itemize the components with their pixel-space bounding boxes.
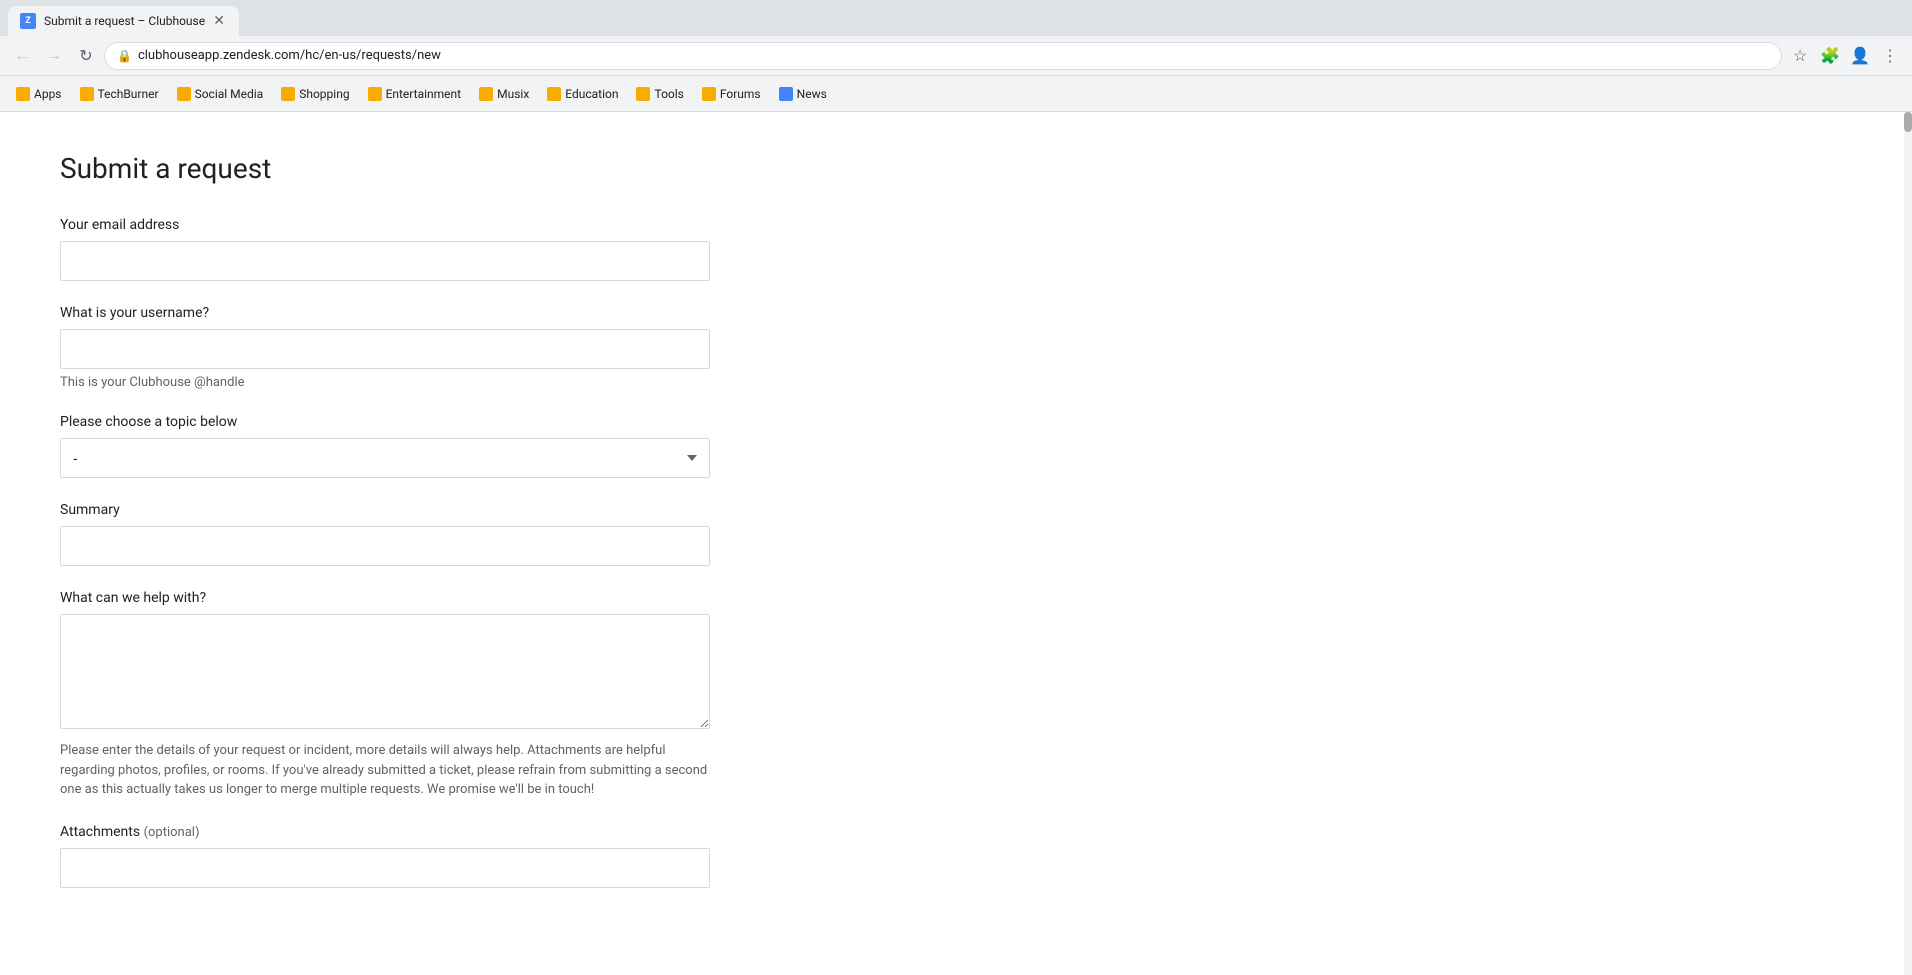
topic-select[interactable]: - Account Issues Technical Problems Feat… [60,438,710,478]
bookmark-news[interactable]: News [771,83,835,105]
help-description: Please enter the details of your request… [60,741,710,800]
bookmark-social-media[interactable]: Social Media [169,83,272,105]
bookmark-icon-social-media [177,87,191,101]
attachments-input[interactable] [60,848,710,888]
bookmark-icon-education [547,87,561,101]
bookmark-label-tools: Tools [654,87,683,101]
summary-input[interactable] [60,526,710,566]
bookmark-label-apps: Apps [34,87,62,101]
bookmark-techburner[interactable]: TechBurner [72,83,167,105]
page-content: Submit a request Your email address What… [0,112,1912,975]
bookmark-label-musix: Musix [497,87,529,101]
bookmark-icon-apps [16,87,30,101]
scrollbar-thumb[interactable] [1904,112,1912,132]
bookmark-label-forums: Forums [720,87,761,101]
menu-button[interactable]: ⋮ [1876,42,1904,70]
email-input[interactable] [60,241,710,281]
bookmark-icon-techburner [80,87,94,101]
summary-group: Summary [60,502,710,566]
page-title: Submit a request [60,152,1852,185]
bookmark-label-entertainment: Entertainment [386,87,462,101]
bookmark-icon-musix [479,87,493,101]
email-group: Your email address [60,217,710,281]
scrollbar-track[interactable] [1904,112,1912,975]
tab-title: Submit a request – Clubhouse [44,14,205,28]
bookmark-label-shopping: Shopping [299,87,349,101]
bookmark-label-education: Education [565,87,618,101]
browser-tab-active[interactable]: Z Submit a request – Clubhouse ✕ [8,6,239,36]
bookmark-tools[interactable]: Tools [628,83,691,105]
forward-button[interactable]: → [40,42,68,70]
bookmark-label-techburner: TechBurner [98,87,159,101]
attachments-group: Attachments (optional) [60,824,710,888]
email-label: Your email address [60,217,710,233]
bookmark-apps[interactable]: Apps [8,83,70,105]
help-label: What can we help with? [60,590,710,606]
toolbar-right: ☆ 🧩 👤 ⋮ [1786,42,1904,70]
bookmark-icon-tools [636,87,650,101]
username-label: What is your username? [60,305,710,321]
bookmark-shopping[interactable]: Shopping [273,83,357,105]
bookmark-label-social-media: Social Media [195,87,264,101]
url-text: clubhouseapp.zendesk.com/hc/en-us/reques… [138,48,1769,63]
extensions-button[interactable]: 🧩 [1816,42,1844,70]
topic-group: Please choose a topic below - Account Is… [60,414,710,478]
summary-label: Summary [60,502,710,518]
profile-button[interactable]: 👤 [1846,42,1874,70]
bookmarks-bar: Apps TechBurner Social Media Shopping Entert… [0,76,1912,112]
bookmark-icon-news [779,87,793,101]
browser-toolbar: ← → ↻ 🔒 clubhouseapp.zendesk.com/hc/en-u… [0,36,1912,76]
tab-close-button[interactable]: ✕ [211,13,227,29]
bookmark-entertainment[interactable]: Entertainment [360,83,470,105]
bookmark-label-news: News [797,87,827,101]
username-group: What is your username? This is your Club… [60,305,710,390]
address-bar[interactable]: 🔒 clubhouseapp.zendesk.com/hc/en-us/requ… [104,42,1782,70]
lock-icon: 🔒 [117,49,132,63]
browser-titlebar: Z Submit a request – Clubhouse ✕ [0,0,1912,36]
browser-tabs: Z Submit a request – Clubhouse ✕ [8,0,239,36]
help-textarea[interactable] [60,614,710,729]
refresh-button[interactable]: ↻ [72,42,100,70]
bookmark-icon-shopping [281,87,295,101]
star-button[interactable]: ☆ [1786,42,1814,70]
bookmark-forums[interactable]: Forums [694,83,769,105]
bookmark-education[interactable]: Education [539,83,626,105]
topic-label: Please choose a topic below [60,414,710,430]
help-group: What can we help with? Please enter the … [60,590,710,800]
back-button[interactable]: ← [8,42,36,70]
browser-chrome: Z Submit a request – Clubhouse ✕ ← → ↻ 🔒… [0,0,1912,112]
bookmark-icon-forums [702,87,716,101]
attachments-label: Attachments (optional) [60,824,710,840]
bookmark-icon-entertainment [368,87,382,101]
attachments-optional: (optional) [144,825,200,840]
bookmark-musix[interactable]: Musix [471,83,537,105]
username-input[interactable] [60,329,710,369]
username-hint: This is your Clubhouse @handle [60,375,710,390]
tab-favicon: Z [20,13,36,29]
